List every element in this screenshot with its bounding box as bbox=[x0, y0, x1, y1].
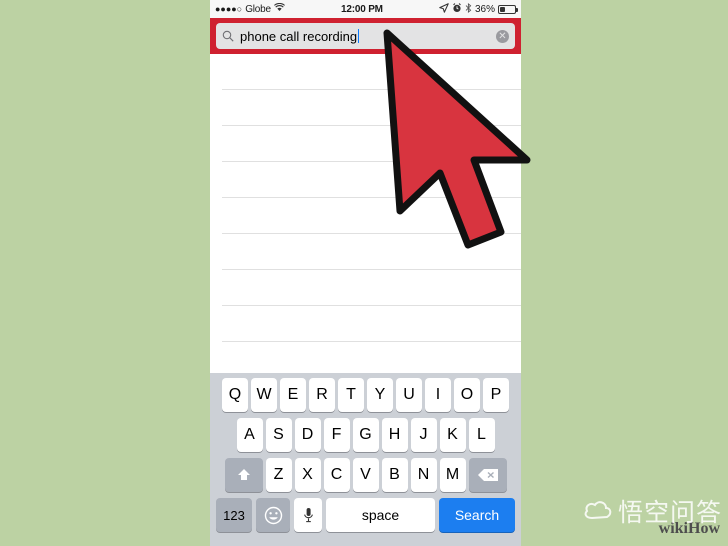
key-d[interactable]: D bbox=[294, 418, 321, 452]
key-k[interactable]: K bbox=[439, 418, 466, 452]
list-item[interactable] bbox=[222, 162, 521, 198]
key-v[interactable]: V bbox=[352, 458, 379, 492]
status-bar-right: 36% bbox=[439, 2, 518, 16]
location-arrow-icon bbox=[439, 2, 449, 16]
search-key[interactable]: Search bbox=[439, 498, 515, 532]
phone-screen: ●●●●○ Globe 12:00 PM 36% phone call reco… bbox=[210, 0, 521, 546]
clear-search-button[interactable]: ✕ bbox=[496, 29, 509, 43]
key-a[interactable]: A bbox=[236, 418, 263, 452]
emoji-smiley-icon bbox=[264, 506, 282, 524]
battery-percent: 36% bbox=[474, 3, 495, 15]
list-item[interactable] bbox=[222, 234, 521, 270]
shift-key[interactable] bbox=[224, 458, 263, 492]
key-w[interactable]: W bbox=[251, 378, 277, 412]
status-bar-left: ●●●●○ Globe bbox=[215, 2, 285, 15]
list-item[interactable] bbox=[222, 198, 521, 234]
microphone-icon bbox=[303, 507, 313, 522]
search-input[interactable]: phone call recording ✕ bbox=[216, 23, 515, 49]
key-b[interactable]: B bbox=[381, 458, 408, 492]
key-m[interactable]: M bbox=[439, 458, 466, 492]
key-q[interactable]: Q bbox=[222, 378, 248, 412]
search-icon bbox=[222, 30, 234, 42]
list-item[interactable] bbox=[222, 270, 521, 306]
key-p[interactable]: P bbox=[483, 378, 509, 412]
list-item[interactable] bbox=[222, 90, 521, 126]
key-o[interactable]: O bbox=[454, 378, 480, 412]
key-g[interactable]: G bbox=[352, 418, 379, 452]
keyboard-row-4: 123 space Search bbox=[210, 498, 521, 532]
key-f[interactable]: F bbox=[323, 418, 350, 452]
onscreen-keyboard[interactable]: Q W E R T Y U I O P A S D F G H J K L Z … bbox=[210, 373, 521, 546]
key-x[interactable]: X bbox=[294, 458, 321, 492]
key-l[interactable]: L bbox=[468, 418, 495, 452]
key-z[interactable]: Z bbox=[265, 458, 292, 492]
key-r[interactable]: R bbox=[309, 378, 335, 412]
key-y[interactable]: Y bbox=[367, 378, 393, 412]
space-key[interactable]: space bbox=[326, 498, 435, 532]
watermark-logo-row: 悟空问答 bbox=[583, 500, 722, 525]
list-item[interactable] bbox=[222, 306, 521, 342]
carrier-name: Globe bbox=[245, 3, 271, 15]
key-s[interactable]: S bbox=[265, 418, 292, 452]
key-n[interactable]: N bbox=[410, 458, 437, 492]
keyboard-row-1: Q W E R T Y U I O P bbox=[210, 378, 521, 412]
list-item[interactable] bbox=[222, 126, 521, 162]
key-t[interactable]: T bbox=[338, 378, 364, 412]
emoji-key[interactable] bbox=[256, 498, 290, 532]
text-caret bbox=[358, 28, 360, 43]
watermark: 悟空问答 wikiHow bbox=[576, 494, 722, 542]
shift-arrow-icon bbox=[237, 469, 250, 480]
search-bar-highlight: phone call recording ✕ bbox=[210, 18, 521, 54]
key-h[interactable]: H bbox=[381, 418, 408, 452]
watermark-chinese-text: 悟空问答 bbox=[617, 497, 722, 527]
status-bar-time: 12:00 PM bbox=[341, 3, 383, 15]
search-input-value: phone call recording bbox=[240, 28, 360, 44]
numbers-key[interactable]: 123 bbox=[216, 498, 252, 532]
bluetooth-icon bbox=[465, 2, 472, 16]
alarm-clock-icon bbox=[452, 2, 462, 16]
key-c[interactable]: C bbox=[323, 458, 350, 492]
key-j[interactable]: J bbox=[410, 418, 437, 452]
key-e[interactable]: E bbox=[280, 378, 306, 412]
backspace-icon bbox=[477, 469, 498, 481]
key-i[interactable]: I bbox=[425, 378, 451, 412]
status-bar: ●●●●○ Globe 12:00 PM 36% bbox=[210, 0, 521, 18]
key-u[interactable]: U bbox=[396, 378, 422, 412]
backspace-key[interactable] bbox=[468, 458, 507, 492]
wifi-icon bbox=[273, 2, 285, 15]
signal-strength-dots: ●●●●○ bbox=[215, 3, 243, 14]
cloud-icon bbox=[583, 500, 613, 525]
keyboard-row-2: A S D F G H J K L bbox=[210, 418, 521, 452]
battery-icon bbox=[498, 4, 518, 14]
dictation-mic-key[interactable] bbox=[294, 498, 322, 532]
search-results-list[interactable] bbox=[210, 54, 521, 378]
list-item[interactable] bbox=[222, 54, 521, 90]
keyboard-row-3: Z X C V B N M bbox=[210, 458, 521, 492]
